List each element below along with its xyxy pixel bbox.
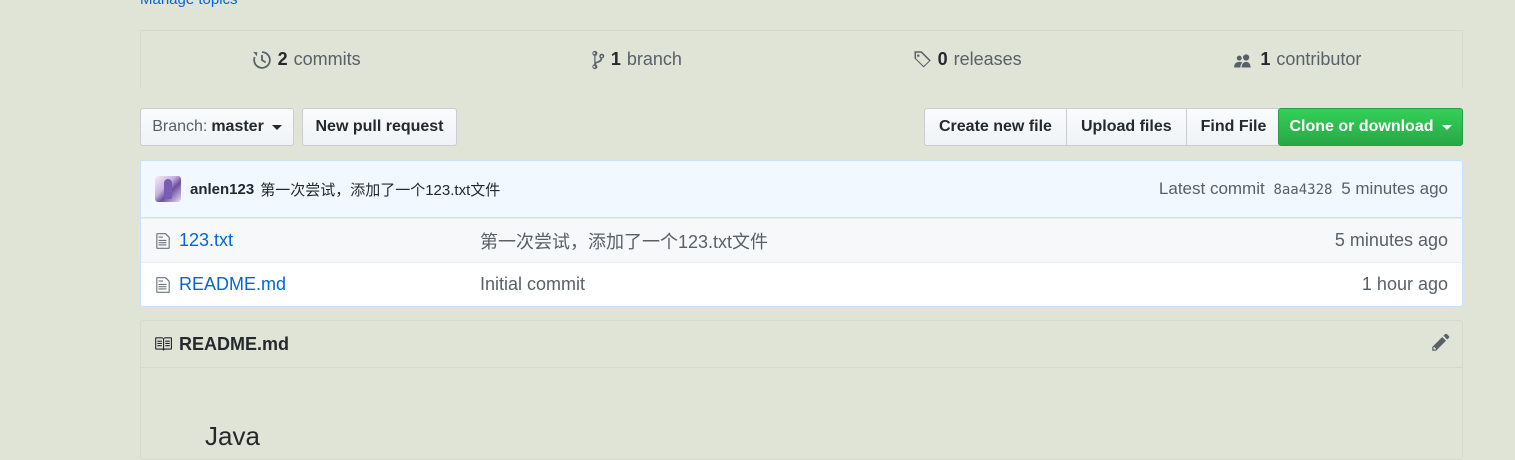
branch-icon [592,50,605,69]
releases-count: 0 [937,49,948,69]
people-icon [1234,53,1251,67]
commit-message[interactable]: 第一次尝试，添加了一个123.txt文件 [260,179,500,200]
clone-or-download-button[interactable]: Clone or download [1278,108,1463,146]
commit-meta: Latest commit 8aa4328 5 minutes ago [1159,179,1448,199]
readme-title: README.md [179,333,290,354]
find-file-button[interactable]: Find File [1185,108,1282,146]
latest-commit-bar: anlen123 第一次尝试，添加了一个123.txt文件 Latest com… [141,161,1462,218]
avatar[interactable] [155,176,181,202]
file-commit-message[interactable]: 第一次尝试，添加了一个123.txt文件 [480,228,1335,254]
file-name-link[interactable]: README.md [179,274,480,295]
commits-count: 2 [277,49,288,69]
chevron-down-icon [271,124,282,130]
create-new-file-button[interactable]: Create new file [924,108,1067,146]
upload-files-button[interactable]: Upload files [1065,108,1187,146]
branches-label: branch [626,49,682,69]
manage-topics-link[interactable]: Manage topics [140,0,238,8]
chevron-down-icon [1441,124,1452,130]
table-row: 123.txt 第一次尝试，添加了一个123.txt文件 5 minutes a… [141,218,1462,262]
contributors-label: contributor [1276,49,1362,69]
file-age: 5 minutes ago [1334,230,1448,250]
commits-summary[interactable]: 2 commits [141,49,471,70]
branch-select-button[interactable]: Branch: master [140,108,294,146]
file-icon [141,232,179,250]
branch-prefix: Branch: [152,118,208,135]
file-table: anlen123 第一次尝试，添加了一个123.txt文件 Latest com… [140,160,1463,307]
branches-summary[interactable]: 1 branch [471,49,801,70]
table-row: README.md Initial commit 1 hour ago [141,262,1462,306]
file-commit-message[interactable]: Initial commit [480,274,1362,295]
contributors-summary[interactable]: 1 contributor [1132,49,1462,70]
clone-or-download-label: Clone or download [1289,118,1434,135]
file-name-link[interactable]: 123.txt [179,230,480,251]
readme-panel: README.md Java [140,320,1463,460]
branches-count: 1 [610,49,621,69]
commit-age: 5 minutes ago [1341,179,1448,198]
contributors-count: 1 [1260,49,1271,69]
file-actions-group: Create new file Upload files Find File [924,108,1282,146]
numbers-summary: 2 commits 1 branch 0 releases 1 contribu… [140,30,1463,88]
pencil-icon [1432,333,1450,351]
new-pull-request-button[interactable]: New pull request [302,108,457,146]
readme-header: README.md [141,321,1462,368]
tag-icon [914,50,931,67]
releases-label: releases [953,49,1022,69]
edit-readme-button[interactable] [1432,332,1450,357]
latest-commit-prefix: Latest commit [1158,179,1265,198]
book-icon [155,337,172,351]
branch-name: master [211,118,264,135]
releases-summary[interactable]: 0 releases [802,49,1132,70]
file-icon [141,276,179,294]
commit-author[interactable]: anlen123 [190,181,254,198]
file-age: 1 hour ago [1361,274,1448,294]
history-icon [252,50,271,69]
commits-label: commits [293,49,361,69]
commit-sha[interactable]: 8aa4328 [1273,182,1332,198]
